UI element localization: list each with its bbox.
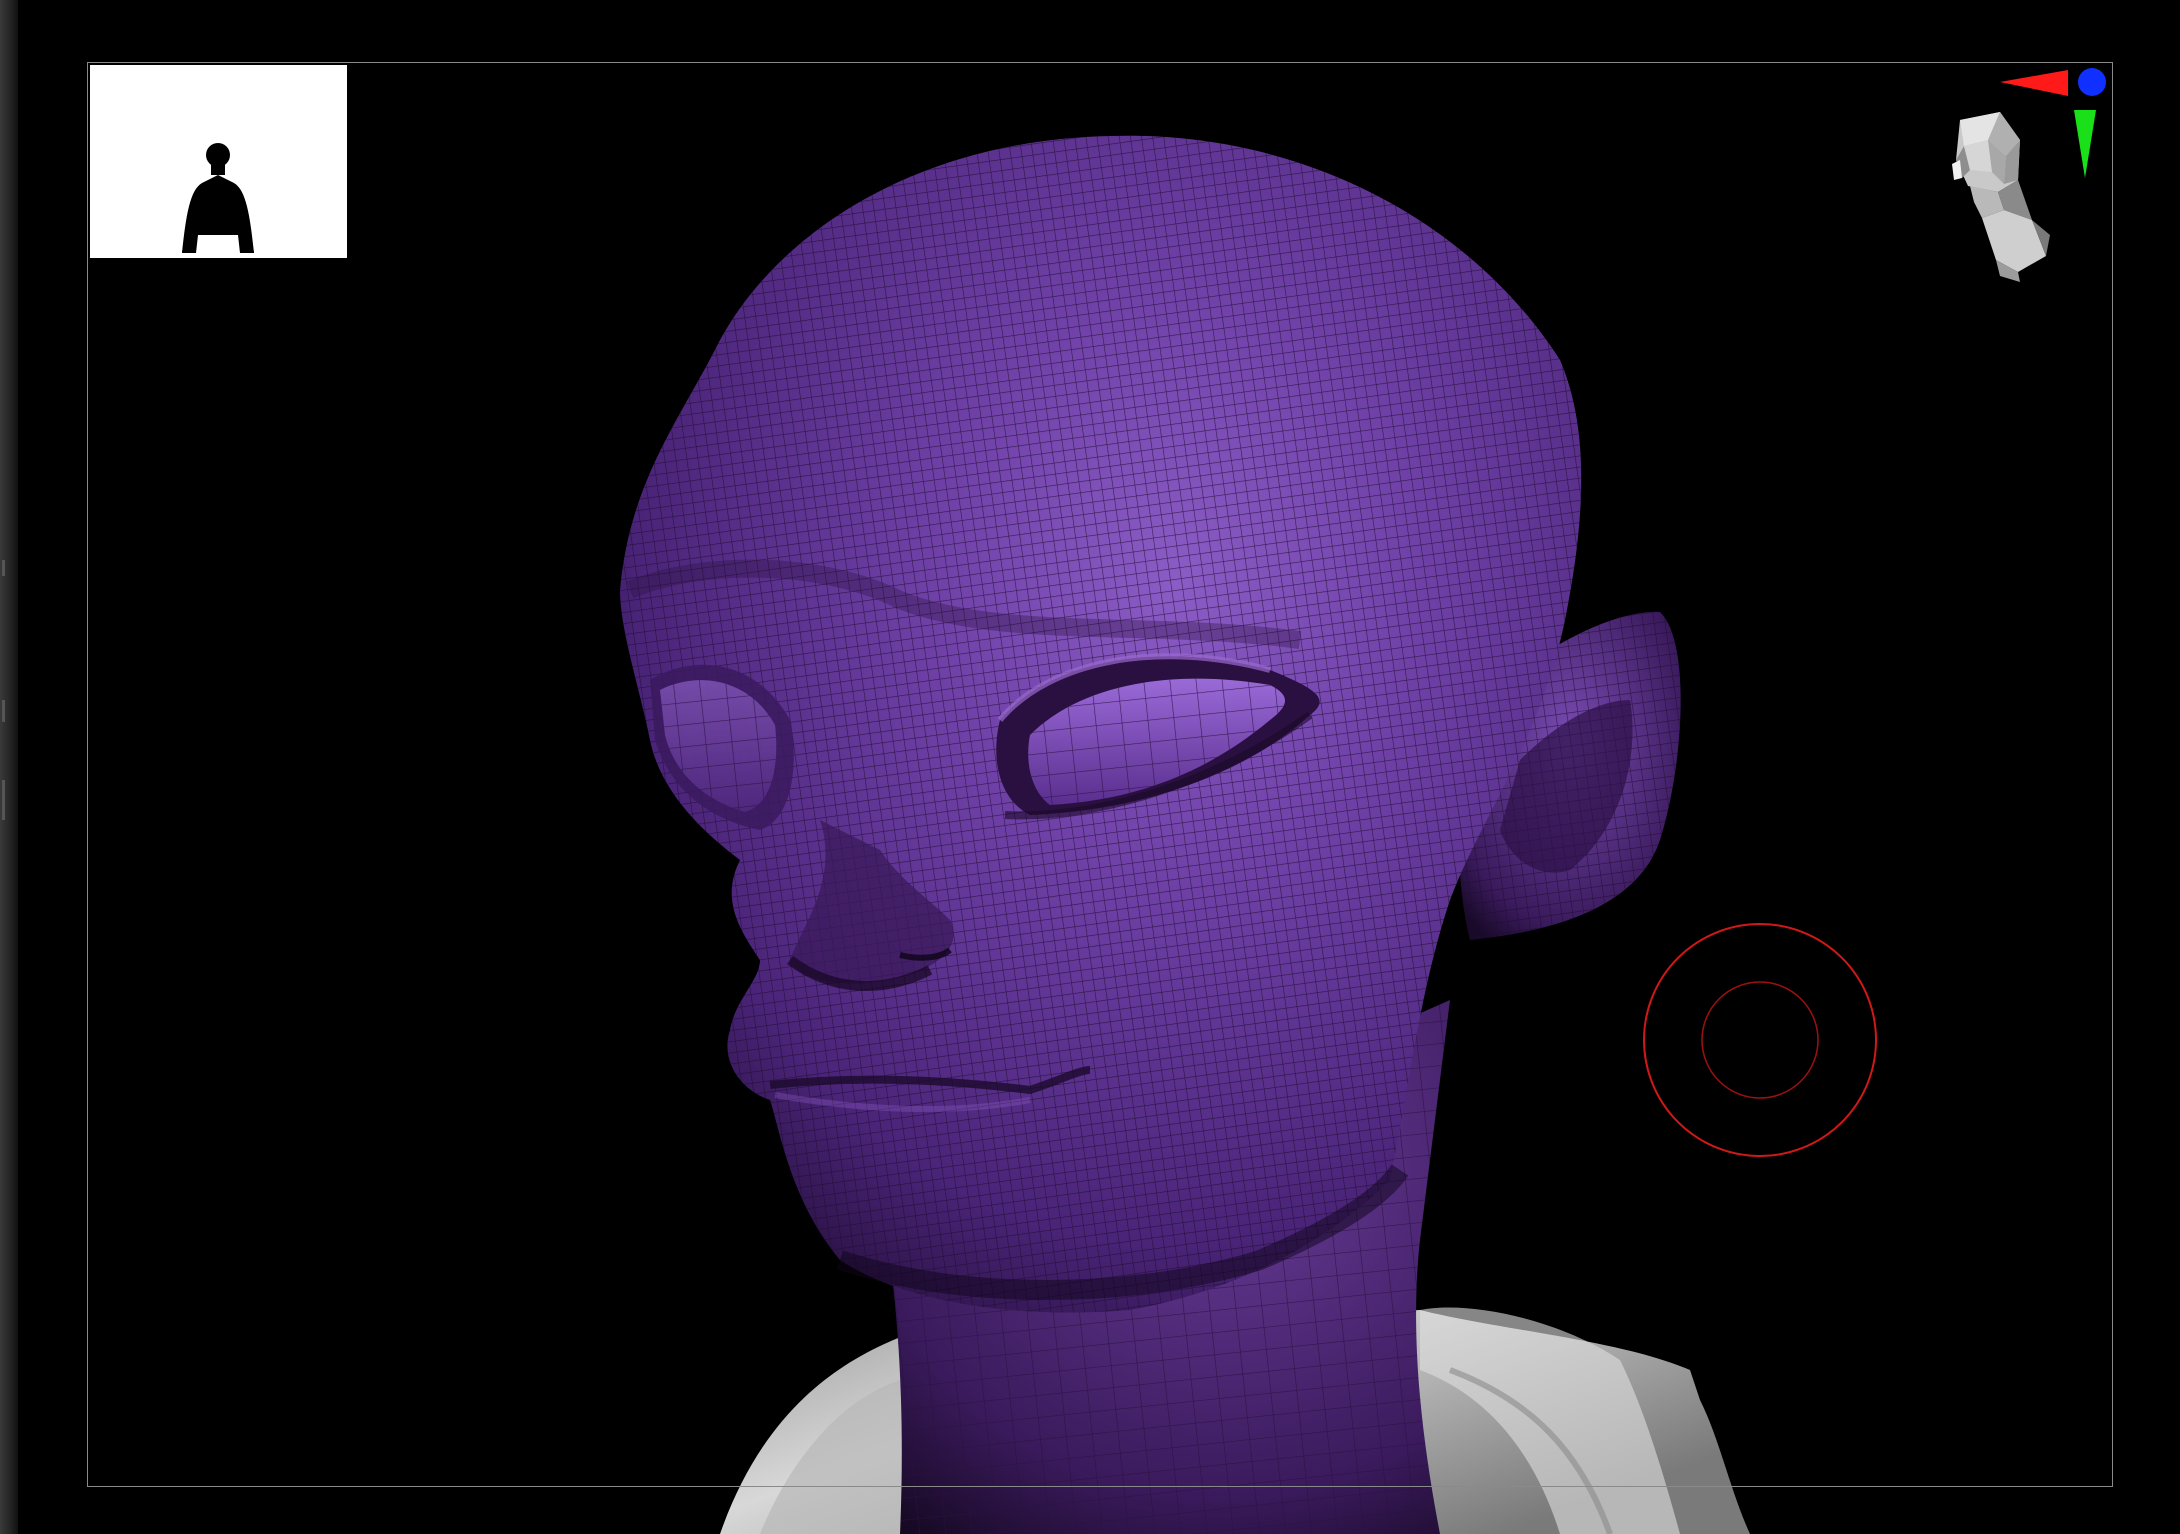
brush-cursor-icon — [1643, 923, 1877, 1157]
x-axis-arrow[interactable] — [2000, 70, 2068, 96]
silhouette-thumbnail-icon — [182, 143, 254, 253]
head-navigator-icon — [1952, 68, 2106, 282]
nav-head-model — [1952, 112, 2050, 282]
y-axis-arrow[interactable] — [2074, 110, 2096, 178]
silhouette-thumbnail[interactable] — [90, 65, 347, 258]
head-navigator[interactable] — [1900, 60, 2120, 320]
z-axis-sphere[interactable] — [2078, 68, 2106, 96]
brush-cursor — [1640, 920, 1880, 1160]
zbrush-app — [0, 0, 2180, 1534]
head-mesh — [620, 135, 1582, 1313]
